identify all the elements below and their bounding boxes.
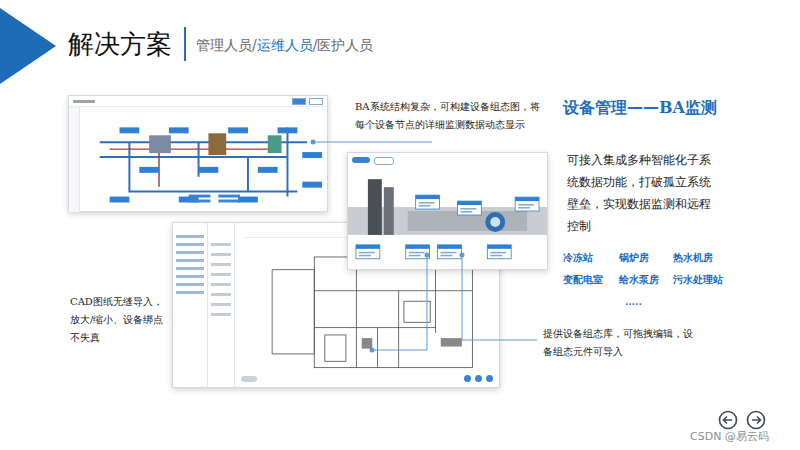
view-pill[interactable]	[352, 157, 370, 163]
view-pill[interactable]	[374, 157, 394, 165]
role-tab[interactable]: 管理人员	[196, 37, 252, 53]
round-button[interactable]	[486, 375, 493, 382]
section-title: 设备管理——BA监测	[563, 97, 738, 119]
role-tabs: 管理人员/运维人员/医护人员	[196, 33, 373, 55]
sidebar-item[interactable]	[176, 291, 204, 294]
role-tab[interactable]: 运维人员	[257, 37, 313, 53]
role-tab[interactable]: 医护人员	[317, 37, 373, 53]
data-tag	[120, 127, 140, 133]
zoom-control[interactable]	[241, 376, 257, 382]
data-tag	[110, 197, 130, 203]
callout-text: BA系统结构复杂，可构建设备组态图，将每个设备节点的详细监测数据动态显示	[355, 98, 545, 134]
more-mark: …..	[619, 295, 673, 309]
ba-diagram	[80, 107, 327, 212]
role-separator: /	[252, 37, 257, 53]
toolbar-title-mark	[73, 100, 95, 103]
feature-section: 设备管理——BA监测 可接入集成多种智能化子系统数据功能，打破孤立系统壁垒，实现…	[563, 97, 738, 309]
data-tag	[169, 127, 189, 133]
data-panel	[438, 245, 462, 259]
system-tag: 污水处理站	[673, 273, 735, 287]
layer-item[interactable]	[211, 243, 231, 246]
window-toolbar	[348, 153, 547, 167]
system-tag: 给水泵房	[619, 273, 673, 287]
system-list: 冷冻站锅炉房热水机房变配电室给水泵房污水处理站 …..	[563, 251, 738, 309]
layer-item[interactable]	[211, 283, 231, 286]
ba-diagram-screenshot	[68, 95, 328, 212]
data-panel	[406, 245, 430, 259]
sidebar-item[interactable]	[176, 267, 204, 270]
data-panel	[416, 195, 440, 209]
data-panel	[457, 201, 481, 215]
slide: 解决方案 管理人员/运维人员/医护人员 BA系统结构复杂，可构建设备组态图，将每…	[0, 0, 800, 450]
system-tag: 热水机房	[673, 251, 735, 265]
data-tag	[238, 197, 258, 203]
title-divider	[184, 27, 186, 61]
layer-item[interactable]	[211, 273, 231, 276]
facility-screenshot	[347, 152, 548, 270]
slide-nav	[718, 410, 766, 430]
section-description: 可接入集成多种智能化子系统数据功能，打破孤立系统壁垒，实现数据监测和远程控制	[567, 149, 717, 237]
system-tag: 锅炉房	[619, 251, 673, 265]
callout-text: 提供设备组态库，可拖拽编辑，设备组态元件可导入	[543, 325, 693, 361]
layer-item[interactable]	[211, 313, 231, 316]
layer-item[interactable]	[211, 303, 231, 306]
sidebar-item[interactable]	[176, 251, 204, 254]
data-tag	[302, 182, 322, 188]
data-panel	[356, 245, 380, 259]
layer-item[interactable]	[211, 293, 231, 296]
data-panel	[515, 197, 539, 211]
cad-layer-list	[208, 223, 235, 387]
data-tag	[228, 127, 248, 133]
slide-title: 解决方案	[68, 26, 172, 62]
round-button[interactable]	[464, 375, 471, 382]
data-tag	[302, 152, 322, 158]
layer-item[interactable]	[211, 253, 231, 256]
header: 解决方案 管理人员/运维人员/医护人员	[0, 0, 800, 62]
prev-arrow-icon[interactable]	[718, 410, 738, 430]
watermark: CSDN @易云码	[690, 430, 769, 444]
round-button[interactable]	[475, 375, 482, 382]
data-tag	[199, 167, 219, 173]
corner-triangle-icon	[0, 8, 56, 84]
mini-sidebar	[69, 107, 80, 212]
toolbar-button[interactable]	[292, 98, 306, 105]
cad-sidebar	[173, 223, 208, 387]
layer-item[interactable]	[211, 263, 231, 266]
data-tag	[278, 127, 298, 133]
sidebar-item[interactable]	[176, 235, 204, 238]
sidebar-item[interactable]	[176, 259, 204, 262]
window-toolbar	[69, 96, 327, 107]
sidebar-item[interactable]	[176, 243, 204, 246]
callout-text: CAD图纸无缝导入，放大/缩小、设备绑点不失真	[70, 293, 166, 347]
system-tag: 变配电室	[563, 273, 619, 287]
sidebar-item[interactable]	[176, 283, 204, 286]
sidebar-item[interactable]	[176, 275, 204, 278]
role-separator: /	[313, 37, 318, 53]
system-tag: 冷冻站	[563, 251, 619, 265]
next-arrow-icon[interactable]	[746, 410, 766, 430]
toolbar-button[interactable]	[309, 98, 323, 105]
data-panel	[487, 245, 511, 259]
data-tag	[258, 167, 278, 173]
facility-view	[348, 167, 547, 267]
data-tag	[139, 167, 159, 173]
